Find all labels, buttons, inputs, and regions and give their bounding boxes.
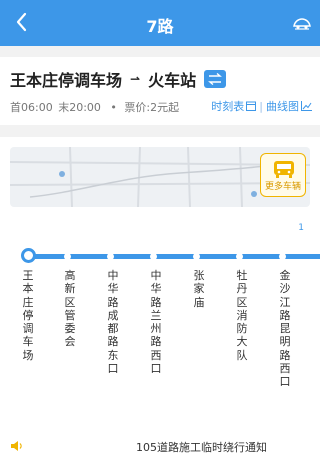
direction-arrow-icon: ⇀ — [130, 72, 141, 86]
bus-front-icon — [274, 161, 294, 178]
route-info-card: 王本庄停调车场 ⇀ 火车站 首06:00 末20:00 • 票价:2元起 时刻表… — [0, 57, 320, 125]
line-detail-panel: 更多车辆 1 王本庄停调车场 高新区管委会 中华路成都路东口 中华路兰州路西口 … — [0, 137, 320, 467]
top-bar: 7路 — [0, 0, 320, 46]
station-dot[interactable] — [107, 253, 114, 260]
station-name[interactable]: 中华路兰州路西口 — [149, 269, 163, 375]
station-name[interactable]: 王本庄停调车场 — [21, 269, 35, 362]
route-direction: 王本庄停调车场 ⇀ 火车站 — [10, 67, 227, 91]
route-line — [28, 254, 320, 259]
route-map[interactable]: 更多车辆 — [10, 147, 310, 207]
station-name[interactable]: 张家庙 — [192, 269, 206, 309]
station-dot[interactable] — [279, 253, 286, 260]
station-name[interactable]: 牡丹区消防大队 — [235, 269, 249, 362]
page-title: 7路 — [146, 17, 174, 36]
destination-station: 火车站 — [148, 71, 197, 90]
curve-chart-link[interactable]: 曲线图 — [266, 98, 299, 114]
page-indicator: 1 — [298, 223, 304, 233]
start-station-marker[interactable] — [21, 248, 36, 263]
swap-direction-button[interactable] — [204, 70, 227, 88]
last-bus-time: 末20:00 — [58, 101, 101, 114]
timetable-icon — [246, 101, 257, 111]
first-bus-time: 首06:00 — [10, 101, 53, 114]
station-dot[interactable] — [236, 253, 243, 260]
station-dot[interactable] — [64, 253, 71, 260]
more-buses-button[interactable]: 更多车辆 — [260, 153, 306, 197]
station-dot[interactable] — [193, 253, 200, 260]
bus-icon[interactable] — [292, 13, 312, 33]
notice-bar[interactable]: 105道路施工临时绕行通知 — [0, 434, 320, 458]
chart-links: 时刻表 | 曲线图 — [211, 98, 312, 114]
timetable-link[interactable]: 时刻表 — [211, 98, 244, 114]
line-chart-icon — [301, 101, 312, 111]
more-buses-label: 更多车辆 — [264, 182, 301, 192]
swap-icon — [208, 73, 223, 85]
origin-station: 王本庄停调车场 — [10, 71, 123, 90]
meta-separator: • — [110, 101, 117, 114]
links-divider: | — [259, 99, 263, 113]
station-dot[interactable] — [150, 253, 157, 260]
station-name[interactable]: 金沙江路昆明路西口 — [278, 269, 292, 389]
station-name[interactable]: 中华路成都路东口 — [106, 269, 120, 375]
fare: 票价:2元起 — [124, 101, 180, 114]
schedule-info: 首06:00 末20:00 • 票价:2元起 — [10, 99, 181, 115]
speaker-icon — [11, 441, 22, 451]
station-name[interactable]: 高新区管委会 — [63, 269, 77, 349]
notice-text[interactable]: 105道路施工临时绕行通知 — [136, 439, 267, 455]
